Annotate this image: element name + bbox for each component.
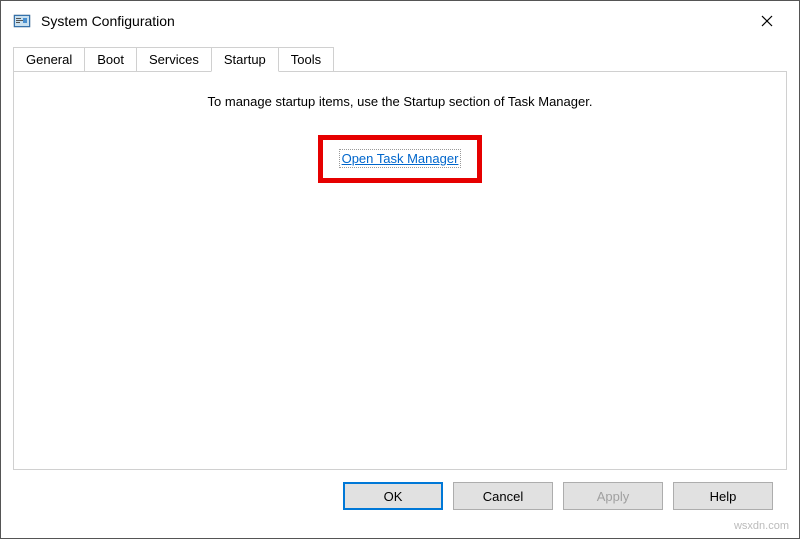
tab-boot[interactable]: Boot [84,47,137,71]
tab-startup[interactable]: Startup [211,47,279,72]
close-button[interactable] [747,6,787,36]
apply-button: Apply [563,482,663,510]
tab-tools[interactable]: Tools [278,47,334,71]
watermark: wsxdn.com [734,520,789,532]
button-bar: OK Cancel Apply Help [13,470,787,526]
tab-services[interactable]: Services [136,47,212,71]
titlebar: System Configuration [1,1,799,41]
window-title: System Configuration [41,13,747,29]
dialog-body: General Boot Services Startup Tools To m… [1,41,799,538]
highlight-annotation: Open Task Manager [318,135,483,183]
startup-tab-content: To manage startup items, use the Startup… [13,71,787,470]
system-configuration-window: System Configuration General Boot Servic… [0,0,800,539]
tab-general[interactable]: General [13,47,85,71]
msconfig-icon [13,12,31,30]
instruction-text: To manage startup items, use the Startup… [208,94,593,109]
help-button[interactable]: Help [673,482,773,510]
open-task-manager-link[interactable]: Open Task Manager [341,151,460,166]
tab-strip: General Boot Services Startup Tools [13,47,787,71]
ok-button[interactable]: OK [343,482,443,510]
close-icon [761,15,773,27]
cancel-button[interactable]: Cancel [453,482,553,510]
